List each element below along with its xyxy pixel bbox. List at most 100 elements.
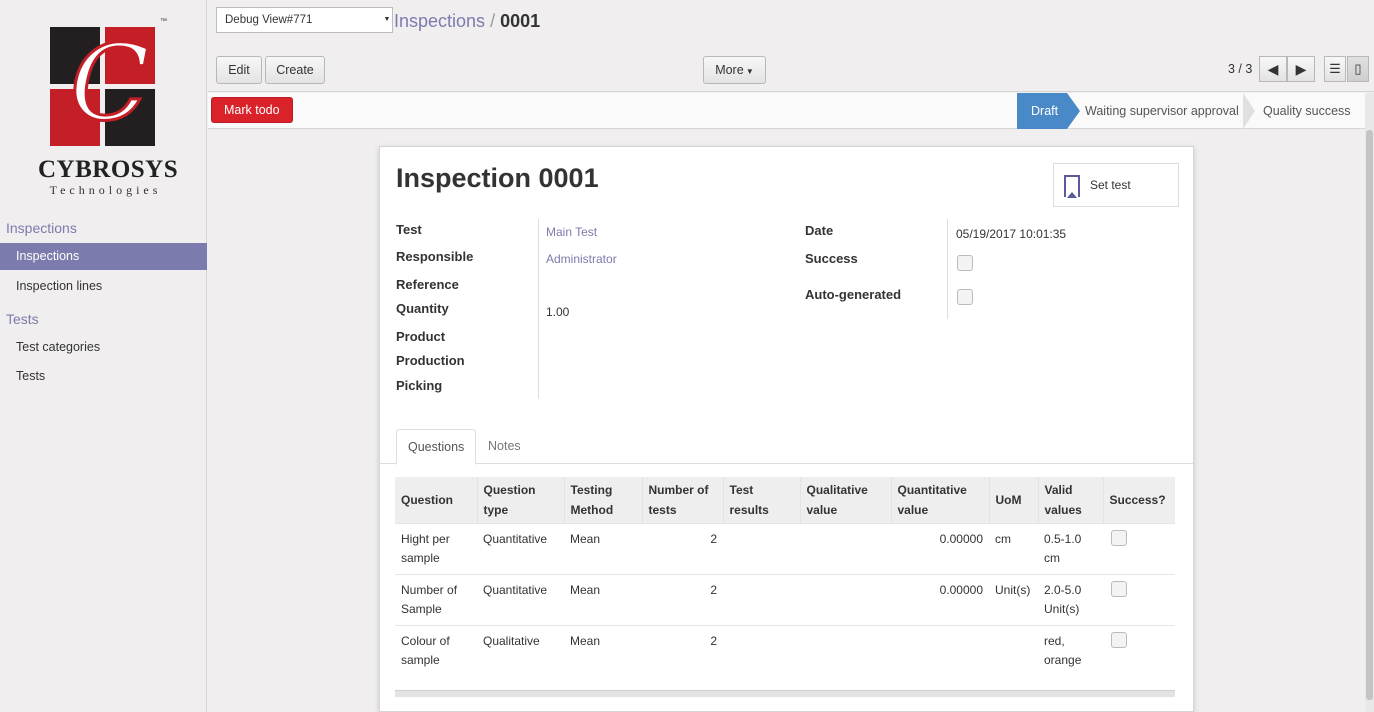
arrow-left-icon: ◀: [1267, 61, 1279, 77]
tab-questions[interactable]: Questions: [396, 429, 477, 465]
list-view-button[interactable]: ☰: [1324, 56, 1346, 82]
cell-question: Number of Sample: [395, 574, 477, 626]
sidebar-item-test-categories[interactable]: Test categories: [0, 334, 207, 361]
field-label-success: Success: [805, 251, 858, 266]
field-label-production: Production: [396, 353, 465, 368]
tab-notes[interactable]: Notes: [477, 429, 532, 464]
cell-number-of-tests: 2: [642, 574, 723, 626]
cell-qualitative-value: [800, 625, 891, 676]
field-date-value: 05/19/2017 10:01:35: [956, 227, 1067, 241]
cybrosys-logo[interactable]: C ™ CYBROSYS Technologies: [38, 18, 178, 203]
auto-generated-checkbox[interactable]: [957, 289, 973, 305]
cell-success: [1103, 523, 1175, 575]
breadcrumb: Inspections / 0001: [394, 11, 540, 32]
success-checkbox[interactable]: [957, 255, 973, 271]
field-divider-left: [538, 219, 539, 399]
field-label-test: Test: [396, 222, 422, 237]
field-responsible-value[interactable]: Administrator: [546, 252, 617, 266]
table-row[interactable]: Hight per sample Quantitative Mean 2 0.0…: [395, 523, 1175, 575]
sidebar-item-tests[interactable]: Tests: [0, 363, 207, 390]
cell-testing-method: Mean: [564, 625, 642, 676]
stage-waiting-supervisor-approval[interactable]: Waiting supervisor approval: [1067, 93, 1243, 129]
cell-question: Colour of sample: [395, 625, 477, 676]
form-view-icon: ▯: [1354, 61, 1362, 76]
column-header-question-type[interactable]: Question type: [476, 477, 564, 524]
field-label-picking: Picking: [396, 378, 443, 393]
cell-question: Hight per sample: [395, 523, 477, 575]
cell-qualitative-value: [800, 574, 891, 626]
cell-question-type: Quantitative: [477, 574, 564, 626]
cell-quantitative-value: [891, 625, 989, 676]
more-label: More: [715, 63, 744, 77]
sidebar-item-inspections[interactable]: Inspections: [0, 243, 207, 270]
column-header-valid-values[interactable]: Valid values: [1037, 477, 1103, 524]
sidebar-section-inspections: Inspections: [6, 220, 77, 236]
field-label-quantity: Quantity: [396, 301, 449, 316]
cell-quantitative-value: 0.00000: [891, 574, 989, 626]
sidebar-item-inspection-lines[interactable]: Inspection lines: [0, 273, 207, 300]
set-test-label: Set test: [1090, 178, 1131, 192]
logo-mark-icon: C: [50, 27, 156, 147]
control-panel: Debug View#771 ▼ Inspections / 0001 Edit…: [208, 0, 1374, 92]
column-header-success[interactable]: Success?: [1102, 477, 1175, 524]
cell-question-type: Quantitative: [477, 523, 564, 575]
field-test-value[interactable]: Main Test: [546, 225, 597, 239]
list-view-icon: ☰: [1329, 61, 1341, 76]
table-row[interactable]: Colour of sample Qualitative Mean 2 red,…: [395, 625, 1175, 676]
statusbar: Mark todo Draft Waiting supervisor appro…: [208, 93, 1365, 129]
table-row[interactable]: Number of Sample Quantitative Mean 2 0.0…: [395, 574, 1175, 626]
cell-success: [1103, 574, 1175, 626]
cell-quantitative-value: 0.00000: [891, 523, 989, 575]
row-success-checkbox[interactable]: [1111, 632, 1127, 648]
cell-valid-values: 2.0-5.0 Unit(s): [1038, 574, 1103, 626]
pager-next-button[interactable]: ▶: [1287, 56, 1315, 82]
scrollbar-thumb[interactable]: [1366, 130, 1373, 700]
cell-qualitative-value: [800, 523, 891, 575]
stage-quality-success[interactable]: Quality success: [1245, 93, 1365, 129]
cell-uom: [989, 625, 1038, 676]
cell-number-of-tests: 2: [642, 523, 723, 575]
notebook-tabs: Questions Notes: [380, 429, 1193, 465]
form-sheet: Inspection 0001 Set test Test Main Test …: [379, 146, 1194, 712]
column-header-test-results[interactable]: Test results: [722, 477, 800, 524]
field-divider-right: [947, 219, 948, 319]
sidebar: C ™ CYBROSYS Technologies Inspections In…: [0, 0, 207, 712]
stage-draft[interactable]: Draft: [1017, 93, 1080, 129]
column-header-testing-method[interactable]: Testing Method: [563, 477, 642, 524]
column-header-number-of-tests[interactable]: Number of tests: [641, 477, 723, 524]
field-label-product: Product: [396, 329, 446, 344]
set-test-button[interactable]: Set test: [1053, 163, 1179, 207]
column-header-uom[interactable]: UoM: [988, 477, 1038, 524]
form-view-button[interactable]: ▯: [1347, 56, 1369, 82]
caret-down-icon: ▼: [743, 67, 754, 76]
select-caret-icon: ▼: [383, 16, 391, 23]
column-header-qualitative-value[interactable]: Qualitative value: [799, 477, 891, 524]
debug-view-value: Debug View#771: [225, 14, 313, 26]
field-label-reference: Reference: [396, 277, 459, 292]
field-label-auto-generated: Auto-generated: [805, 287, 902, 302]
cell-test-results: [723, 574, 800, 626]
row-success-checkbox[interactable]: [1111, 581, 1127, 597]
questions-table: Question Question type Testing Method Nu…: [395, 477, 1175, 676]
edit-button[interactable]: Edit: [216, 56, 262, 84]
column-header-question[interactable]: Question: [395, 477, 477, 524]
pager-previous-button[interactable]: ◀: [1259, 56, 1287, 82]
cell-test-results: [723, 625, 800, 676]
create-button[interactable]: Create: [265, 56, 325, 84]
cell-testing-method: Mean: [564, 574, 642, 626]
cell-valid-values: 0.5-1.0 cm: [1038, 523, 1103, 575]
sidebar-section-tests: Tests: [6, 311, 39, 327]
field-quantity-value: 1.00: [546, 305, 570, 319]
cell-uom: Unit(s): [989, 574, 1038, 626]
debug-view-select[interactable]: Debug View#771 ▼: [216, 7, 393, 33]
more-button[interactable]: More ▼: [703, 56, 766, 84]
row-success-checkbox[interactable]: [1111, 530, 1127, 546]
breadcrumb-current: 0001: [500, 11, 541, 31]
mark-todo-button[interactable]: Mark todo: [211, 97, 293, 123]
cell-success: [1103, 625, 1175, 676]
cell-number-of-tests: 2: [642, 625, 723, 676]
pager-value: 3 / 3: [1228, 62, 1253, 76]
column-header-quantitative-value[interactable]: Quantitative value: [890, 477, 989, 524]
logo-subtitle: Technologies: [49, 183, 162, 197]
breadcrumb-inspections-link[interactable]: Inspections: [394, 11, 485, 31]
